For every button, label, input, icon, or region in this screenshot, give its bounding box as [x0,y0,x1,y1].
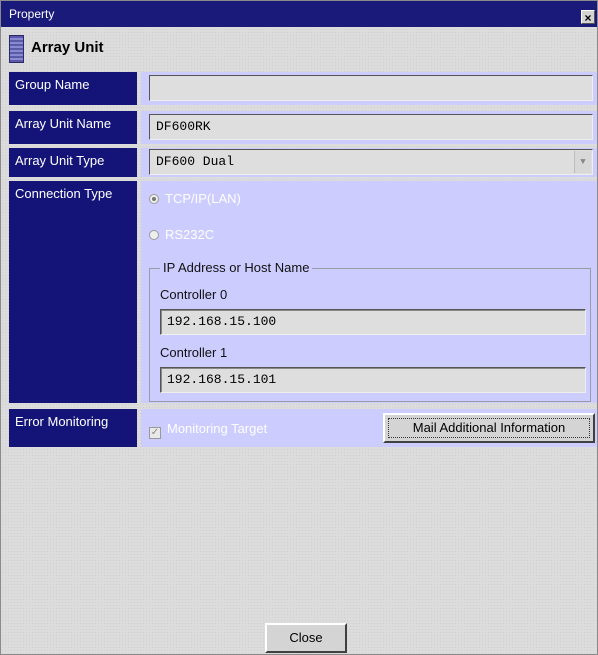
radio-tcpip-label: TCP/IP(LAN) [165,191,241,206]
radio-tcpip[interactable]: TCP/IP(LAN) [149,191,241,206]
controller0-label: Controller 0 [160,287,228,302]
group-name-input[interactable] [149,75,593,101]
radio-selected-icon [149,194,159,204]
array-unit-type-select[interactable]: DF600 Dual ▼ [149,149,593,175]
error-monitoring-label: Error Monitoring [9,409,137,447]
connection-type-area: TCP/IP(LAN) RS232C IP Address or Host Na… [141,181,597,403]
array-unit-icon [9,35,24,63]
mail-additional-info-button[interactable]: Mail Additional Information [383,413,595,443]
array-unit-name-label: Array Unit Name [9,111,137,144]
controller1-label: Controller 1 [160,345,228,360]
close-window-icon[interactable]: × [581,10,595,25]
group-name-area [141,72,597,105]
monitoring-target-label: Monitoring Target [167,421,268,436]
array-unit-type-label: Array Unit Type [9,148,137,177]
error-monitoring-area: ✓ Monitoring Target Mail Additional Infor… [141,409,597,447]
chevron-down-icon[interactable]: ▼ [574,151,591,173]
close-button[interactable]: Close [265,623,347,653]
group-name-label: Group Name [9,72,137,105]
property-dialog: Property × Array Unit Group Name Array U… [0,0,598,655]
checkmark-icon: ✓ [149,427,161,439]
controller1-input[interactable]: 192.168.15.101 [160,367,586,393]
connection-type-label: Connection Type [9,181,137,403]
array-unit-type-value: DF600 Dual [156,154,235,169]
array-unit-name-area: DF600RK [141,111,597,144]
ip-group-legend: IP Address or Host Name [160,260,313,275]
radio-rs232c[interactable]: RS232C [149,227,214,242]
window-title: Property [9,7,55,21]
mail-additional-info-label: Mail Additional Information [412,420,566,435]
radio-rs232c-label: RS232C [165,227,215,242]
ip-address-group: IP Address or Host Name Controller 0 192… [149,260,591,402]
array-unit-name-input[interactable]: DF600RK [149,114,593,140]
array-unit-type-area: DF600 Dual ▼ [141,148,597,177]
title-bar[interactable]: Property × [1,1,597,27]
radio-unselected-icon [149,230,159,240]
controller0-input[interactable]: 192.168.15.100 [160,309,586,335]
monitoring-target-checkbox[interactable]: ✓ Monitoring Target [149,421,267,439]
section-title: Array Unit [31,39,104,56]
